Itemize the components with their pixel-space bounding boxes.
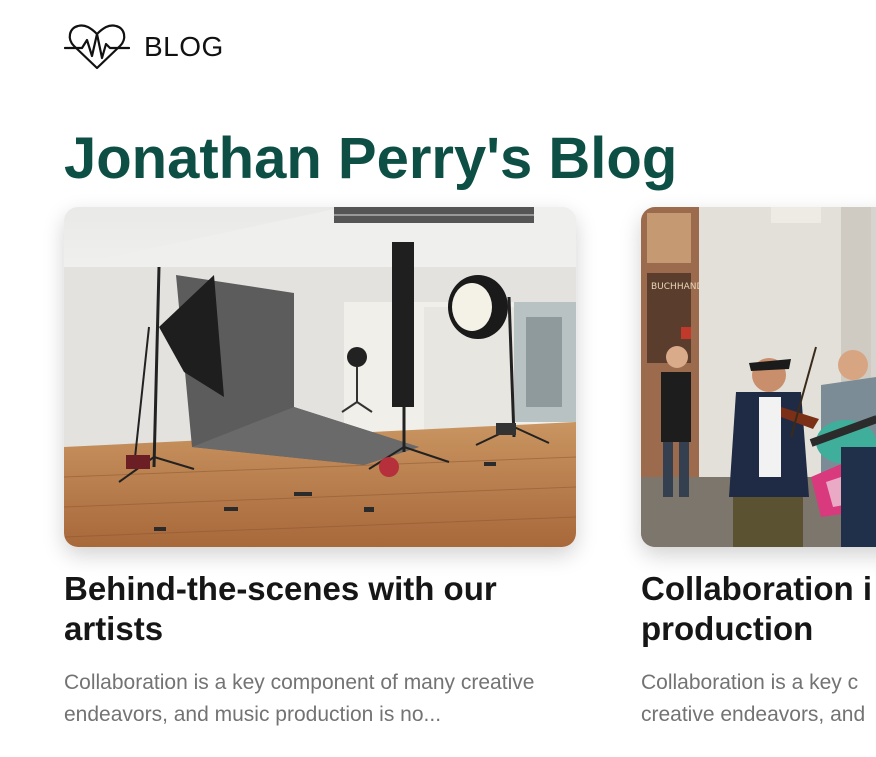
site-header[interactable]: BLOG	[64, 22, 224, 72]
post-card[interactable]: Behind-the-scenes with our artists Colla…	[64, 207, 576, 731]
post-title-line-2: production	[641, 610, 814, 647]
heart-pulse-icon	[64, 24, 130, 70]
brand-label[interactable]: BLOG	[144, 31, 224, 63]
post-list: Behind-the-scenes with our artists Colla…	[64, 207, 876, 757]
post-excerpt-line-2: creative endeavors, and	[641, 703, 866, 726]
post-thumbnail[interactable]	[64, 207, 576, 547]
page-title: Jonathan Perry's Blog	[64, 126, 678, 191]
post-title[interactable]: Collaboration i production	[641, 569, 876, 649]
post-thumbnail[interactable]: BUCHHANDLUNG	[641, 207, 876, 547]
street-musicians-photo: BUCHHANDLUNG	[641, 207, 876, 547]
post-title[interactable]: Behind-the-scenes with our artists	[64, 569, 576, 649]
studio-photo	[64, 207, 576, 547]
post-title-line-1: Collaboration i	[641, 570, 872, 607]
post-excerpt-line-1: Collaboration is a key c	[641, 671, 859, 694]
blog-page: BLOG Jonathan Perry's Blog Behind-the-sc…	[0, 0, 876, 757]
post-excerpt: Collaboration is a key c creative endeav…	[641, 667, 876, 731]
post-excerpt: Collaboration is a key component of many…	[64, 671, 535, 726]
post-card[interactable]: BUCHHANDLUNG Collaboration i production …	[641, 207, 876, 731]
